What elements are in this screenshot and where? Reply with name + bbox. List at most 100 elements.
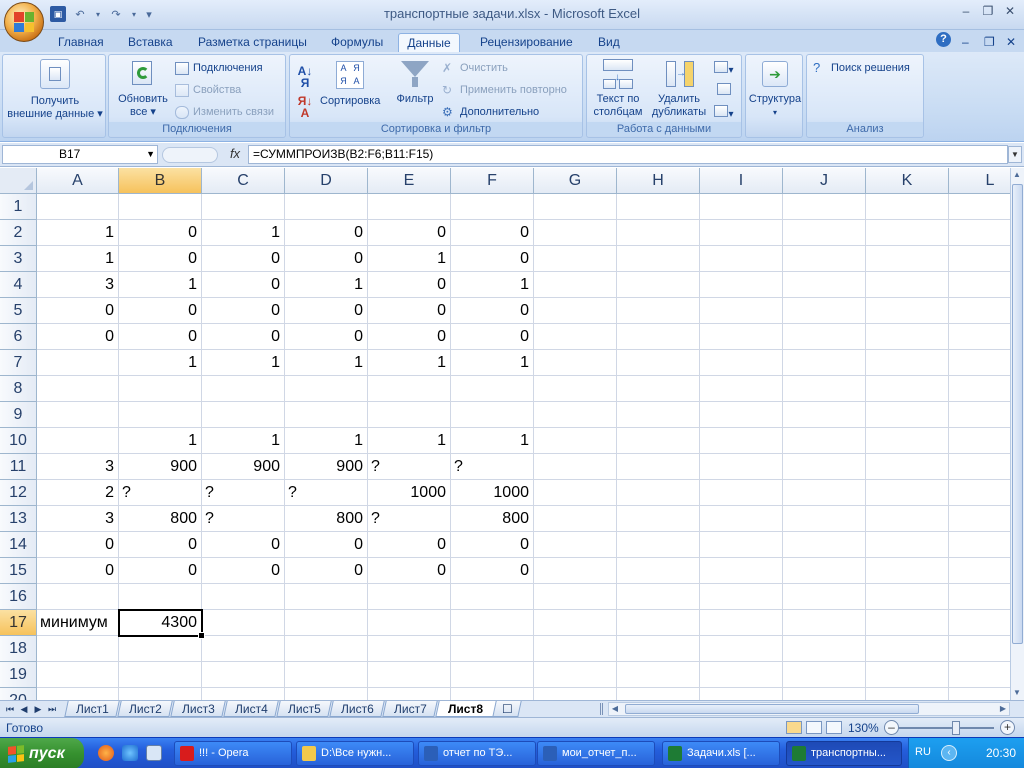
cell-L2[interactable]	[949, 220, 1010, 246]
cell-J1[interactable]	[783, 194, 866, 220]
column-header-I[interactable]: I	[700, 168, 783, 194]
cell-I13[interactable]	[700, 506, 783, 532]
cell-H7[interactable]	[617, 350, 700, 376]
cell-J10[interactable]	[783, 428, 866, 454]
cell-G11[interactable]	[534, 454, 617, 480]
cell-C3[interactable]: 0	[202, 246, 285, 272]
expand-formula-bar-icon[interactable]: ▼	[1008, 146, 1022, 163]
tab-page-layout[interactable]: Разметка страницы	[192, 33, 313, 52]
cell-A10[interactable]	[37, 428, 119, 454]
cell-A12[interactable]: 2	[37, 480, 119, 506]
reapply-button[interactable]: ↻ Применить повторно	[442, 81, 567, 99]
cell-H14[interactable]	[617, 532, 700, 558]
cell-A3[interactable]: 1	[37, 246, 119, 272]
vertical-scroll-thumb[interactable]	[1012, 184, 1023, 644]
cell-H13[interactable]	[617, 506, 700, 532]
cell-B1[interactable]	[119, 194, 202, 220]
normal-view-button[interactable]	[786, 721, 802, 734]
zoom-slider[interactable]	[898, 727, 994, 729]
cell-J18[interactable]	[783, 636, 866, 662]
cell-A5[interactable]: 0	[37, 298, 119, 324]
cell-F17[interactable]	[451, 610, 534, 636]
cell-B3[interactable]: 0	[119, 246, 202, 272]
cell-D15[interactable]: 0	[285, 558, 368, 584]
data-validation-button[interactable]: ▾	[711, 61, 737, 77]
cell-B20[interactable]	[119, 688, 202, 700]
cell-D4[interactable]: 1	[285, 272, 368, 298]
scroll-left-icon[interactable]: ◀	[609, 703, 621, 715]
page-layout-view-button[interactable]	[806, 721, 822, 734]
zoom-in-icon[interactable]: +	[1000, 720, 1015, 735]
cell-E6[interactable]: 0	[368, 324, 451, 350]
cell-C8[interactable]	[202, 376, 285, 402]
first-sheet-icon[interactable]: ⏮	[4, 702, 16, 716]
cell-D3[interactable]: 0	[285, 246, 368, 272]
cell-H8[interactable]	[617, 376, 700, 402]
cell-F12[interactable]: 1000	[451, 480, 534, 506]
cell-I1[interactable]	[700, 194, 783, 220]
cell-J7[interactable]	[783, 350, 866, 376]
language-indicator[interactable]: RU	[915, 746, 931, 758]
cell-H12[interactable]	[617, 480, 700, 506]
cell-A19[interactable]	[37, 662, 119, 688]
cell-G14[interactable]	[534, 532, 617, 558]
column-header-G[interactable]: G	[534, 168, 617, 194]
cell-E13[interactable]: ?	[368, 506, 451, 532]
cell-K18[interactable]	[866, 636, 949, 662]
cell-J17[interactable]	[783, 610, 866, 636]
cell-D8[interactable]	[285, 376, 368, 402]
row-header-8[interactable]: 8	[0, 376, 37, 402]
cell-E11[interactable]: ?	[368, 454, 451, 480]
cell-F2[interactable]: 0	[451, 220, 534, 246]
cell-C19[interactable]	[202, 662, 285, 688]
cell-L1[interactable]	[949, 194, 1010, 220]
cell-F11[interactable]: ?	[451, 454, 534, 480]
cell-C12[interactable]: ?	[202, 480, 285, 506]
cell-J12[interactable]	[783, 480, 866, 506]
cell-A13[interactable]: 3	[37, 506, 119, 532]
cell-C1[interactable]	[202, 194, 285, 220]
cell-F18[interactable]	[451, 636, 534, 662]
row-header-6[interactable]: 6	[0, 324, 37, 350]
cell-I9[interactable]	[700, 402, 783, 428]
cell-F10[interactable]: 1	[451, 428, 534, 454]
cell-L14[interactable]	[949, 532, 1010, 558]
row-header-20[interactable]: 20	[0, 688, 37, 700]
cell-F5[interactable]: 0	[451, 298, 534, 324]
cell-F3[interactable]: 0	[451, 246, 534, 272]
cell-D16[interactable]	[285, 584, 368, 610]
cell-G5[interactable]	[534, 298, 617, 324]
cell-C13[interactable]: ?	[202, 506, 285, 532]
cell-H3[interactable]	[617, 246, 700, 272]
tab-data[interactable]: Данные	[398, 33, 460, 52]
outline-button[interactable]: ➔ Структура ▾	[746, 61, 804, 119]
cell-A18[interactable]	[37, 636, 119, 662]
sheet-tab-1[interactable]: Лист1	[64, 701, 120, 717]
cell-K12[interactable]	[866, 480, 949, 506]
ie-quicklaunch-icon[interactable]	[122, 745, 138, 761]
cell-B4[interactable]: 1	[119, 272, 202, 298]
taskbar-task-4[interactable]: мои_отчет_п...	[537, 741, 655, 766]
cell-L4[interactable]	[949, 272, 1010, 298]
cell-C5[interactable]: 0	[202, 298, 285, 324]
cell-G18[interactable]	[534, 636, 617, 662]
scroll-right-icon[interactable]: ▶	[997, 703, 1009, 715]
cell-J2[interactable]	[783, 220, 866, 246]
cell-F6[interactable]: 0	[451, 324, 534, 350]
cell-B14[interactable]: 0	[119, 532, 202, 558]
cell-K5[interactable]	[866, 298, 949, 324]
horizontal-scroll-thumb[interactable]	[625, 704, 919, 714]
cell-C14[interactable]: 0	[202, 532, 285, 558]
cell-E14[interactable]: 0	[368, 532, 451, 558]
remove-duplicates-button[interactable]: → Удалить дубликаты	[649, 59, 709, 119]
cell-L3[interactable]	[949, 246, 1010, 272]
cell-D5[interactable]: 0	[285, 298, 368, 324]
sheet-tab-8[interactable]: Лист8	[435, 701, 497, 717]
cell-B16[interactable]	[119, 584, 202, 610]
cell-B9[interactable]	[119, 402, 202, 428]
tab-view[interactable]: Вид	[592, 33, 626, 52]
insert-function-button[interactable]: fx	[224, 146, 246, 164]
cell-F7[interactable]: 1	[451, 350, 534, 376]
cell-A1[interactable]	[37, 194, 119, 220]
taskbar-task-1[interactable]: !!! - Opera	[174, 741, 292, 766]
